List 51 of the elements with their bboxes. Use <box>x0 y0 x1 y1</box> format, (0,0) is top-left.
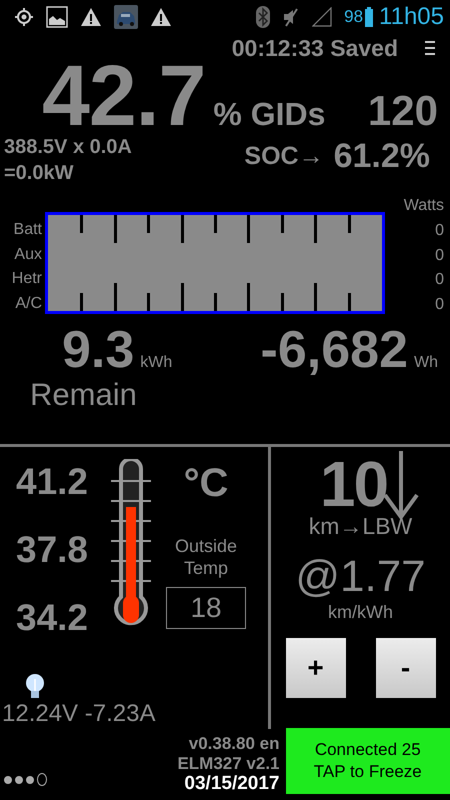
bluetooth-icon <box>256 6 270 28</box>
outside-temp-label: Outside Temp <box>174 535 238 579</box>
remain-unit: kWh <box>140 354 172 372</box>
temperature-unit: °C <box>184 460 228 507</box>
adjust-button[interactable]: - <box>376 638 436 698</box>
outside-temp-value: 18 <box>166 587 246 629</box>
efficiency-value: @1.77 <box>295 552 426 602</box>
gids-unit: % GIDs <box>213 96 326 133</box>
aux-battery-reading: 12.24V -7.23A <box>2 701 156 727</box>
image-icon <box>46 6 68 28</box>
car-icon <box>114 5 138 29</box>
range-unit: km→LBW <box>308 513 412 540</box>
temperature-reading: 34.2 <box>16 596 88 640</box>
meter-label: Batt <box>14 220 42 240</box>
gids-percent: 42.7 <box>42 58 206 134</box>
efficiency-unit: km/kWh <box>328 602 393 622</box>
battery-icon <box>365 7 374 27</box>
watts-value: 0 <box>435 221 444 241</box>
session-timer: 00:12:33 Saved <box>232 34 398 62</box>
used-value: -6,682 <box>260 320 408 380</box>
watts-header: Watts <box>404 196 444 216</box>
meter-label: A/C <box>15 294 42 314</box>
watts-value: 0 <box>435 246 444 266</box>
watts-value: 0 <box>435 270 444 290</box>
clock: 11h05 <box>379 3 444 31</box>
remain-label: Remain <box>30 380 138 410</box>
used-unit: Wh <box>414 354 438 372</box>
soc-value: 61.2% <box>334 136 430 176</box>
meter-label: Hetr <box>12 269 42 289</box>
adjust-button[interactable]: + <box>286 638 346 698</box>
signal-icon <box>312 7 332 27</box>
light-bulb-icon <box>24 673 46 701</box>
warning-icon <box>80 7 102 27</box>
gids-count: 120 <box>368 87 438 135</box>
soc-label: SOC→ <box>244 142 324 170</box>
power-total: =0.0kW <box>4 161 74 186</box>
meter-label: Aux <box>14 244 42 264</box>
warning-icon <box>150 7 172 27</box>
app-version: v0.38.80 en <box>188 734 280 754</box>
power-reading: 388.5V x 0.0A <box>4 135 132 160</box>
temperature-reading: 37.8 <box>16 528 88 572</box>
location-icon <box>14 7 34 27</box>
connection-button[interactable]: Connected 25 TAP to Freeze <box>286 728 450 794</box>
watts-value: 0 <box>435 294 444 314</box>
remain-value: 9.3 <box>62 320 134 380</box>
muted-icon <box>282 7 300 27</box>
menu-icon[interactable] <box>424 40 436 56</box>
adapter-version: ELM327 v2.1 <box>177 754 280 774</box>
battery-percent: 98 <box>344 7 364 27</box>
date: 03/15/2017 <box>184 774 280 794</box>
temperature-reading: 41.2 <box>16 460 88 504</box>
